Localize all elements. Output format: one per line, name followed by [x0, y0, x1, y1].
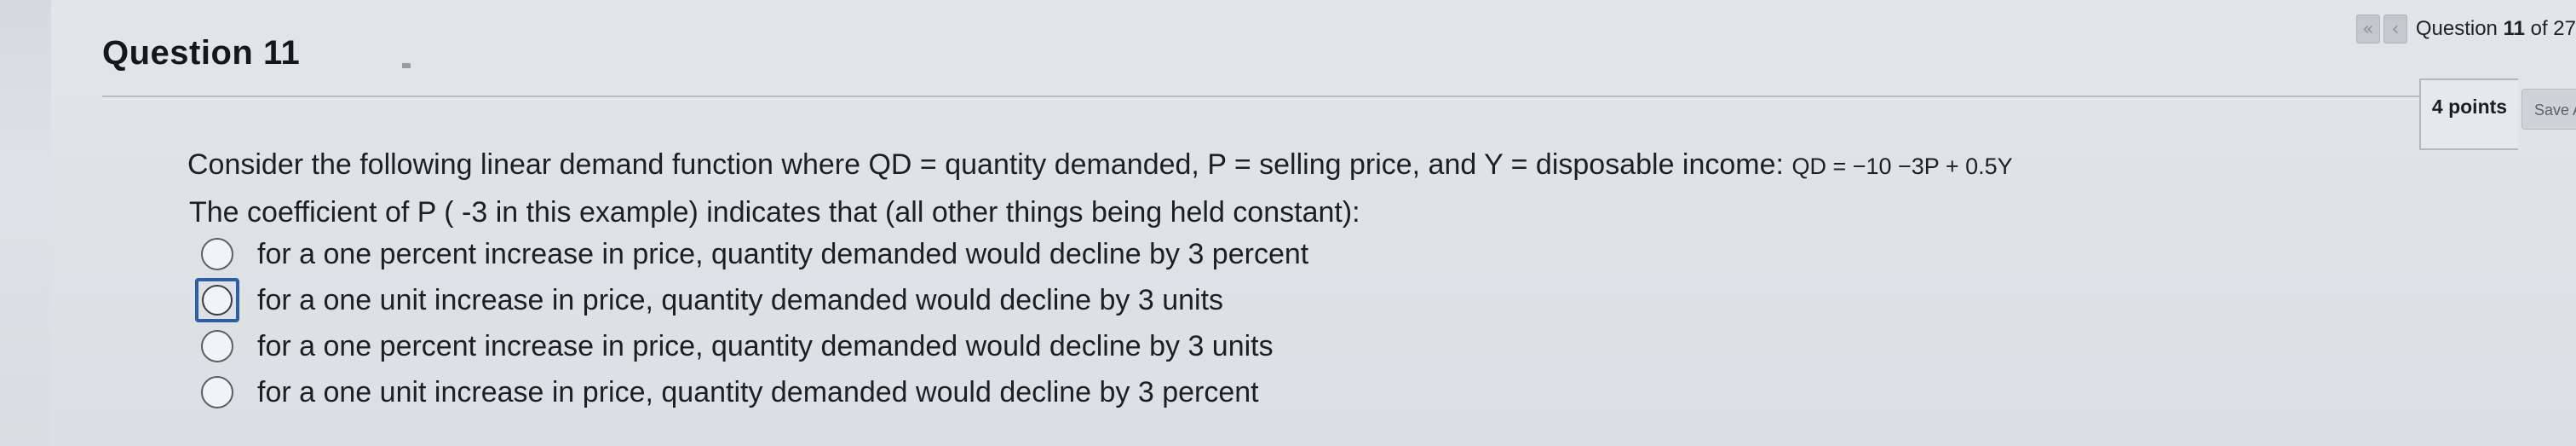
chevron-left-icon[interactable]: ‹ — [2383, 14, 2407, 43]
radio-button[interactable] — [202, 285, 233, 316]
question-navigation: « ‹ Question 11 of 27 — [2355, 12, 2576, 46]
radio-button[interactable] — [201, 330, 233, 362]
cursor-mark — [402, 63, 411, 68]
save-answer-button[interactable]: Save A — [2521, 89, 2576, 130]
focus-ring — [195, 278, 239, 322]
question-title: Question 11 — [102, 34, 301, 72]
question-counter-suffix: of 27 — [2524, 17, 2576, 40]
answer-option-label: for a one percent increase in price, qua… — [257, 329, 1274, 362]
points-box: 4 points — [2419, 78, 2518, 150]
demand-equation: QD = −10 −3P + 0.5Y — [1791, 153, 2013, 179]
question-counter: Question 11 of 27 — [2416, 17, 2576, 41]
question-prompt: Consider the following linear demand fun… — [187, 148, 2013, 182]
answer-option-3[interactable]: for a one percent increase in price, qua… — [201, 326, 1274, 367]
points-label: 4 points — [2431, 96, 2508, 118]
question-counter-prefix: Question — [2415, 17, 2504, 40]
answer-option-4[interactable]: for a one unit increase in price, quanti… — [201, 372, 1259, 413]
question-prompt-line2: The coefficient of P ( -3 in this exampl… — [189, 196, 1360, 229]
title-divider — [102, 96, 2419, 97]
answer-option-1[interactable]: for a one percent increase in price, qua… — [201, 234, 1308, 275]
question-counter-current: 11 — [2503, 17, 2525, 40]
answer-option-label: for a one unit increase in price, quanti… — [257, 283, 1224, 316]
answer-option-2[interactable]: for a one unit increase in price, quanti… — [195, 278, 1224, 322]
radio-button[interactable] — [201, 376, 233, 408]
answer-option-label: for a one unit increase in price, quanti… — [257, 375, 1259, 408]
title-divider-highlight — [102, 99, 2419, 100]
answer-option-label: for a one percent increase in price, qua… — [257, 237, 1309, 270]
prompt-text: Consider the following linear demand fun… — [187, 148, 1792, 181]
double-chevron-left-icon[interactable]: « — [2355, 14, 2380, 43]
radio-button[interactable] — [201, 238, 233, 270]
